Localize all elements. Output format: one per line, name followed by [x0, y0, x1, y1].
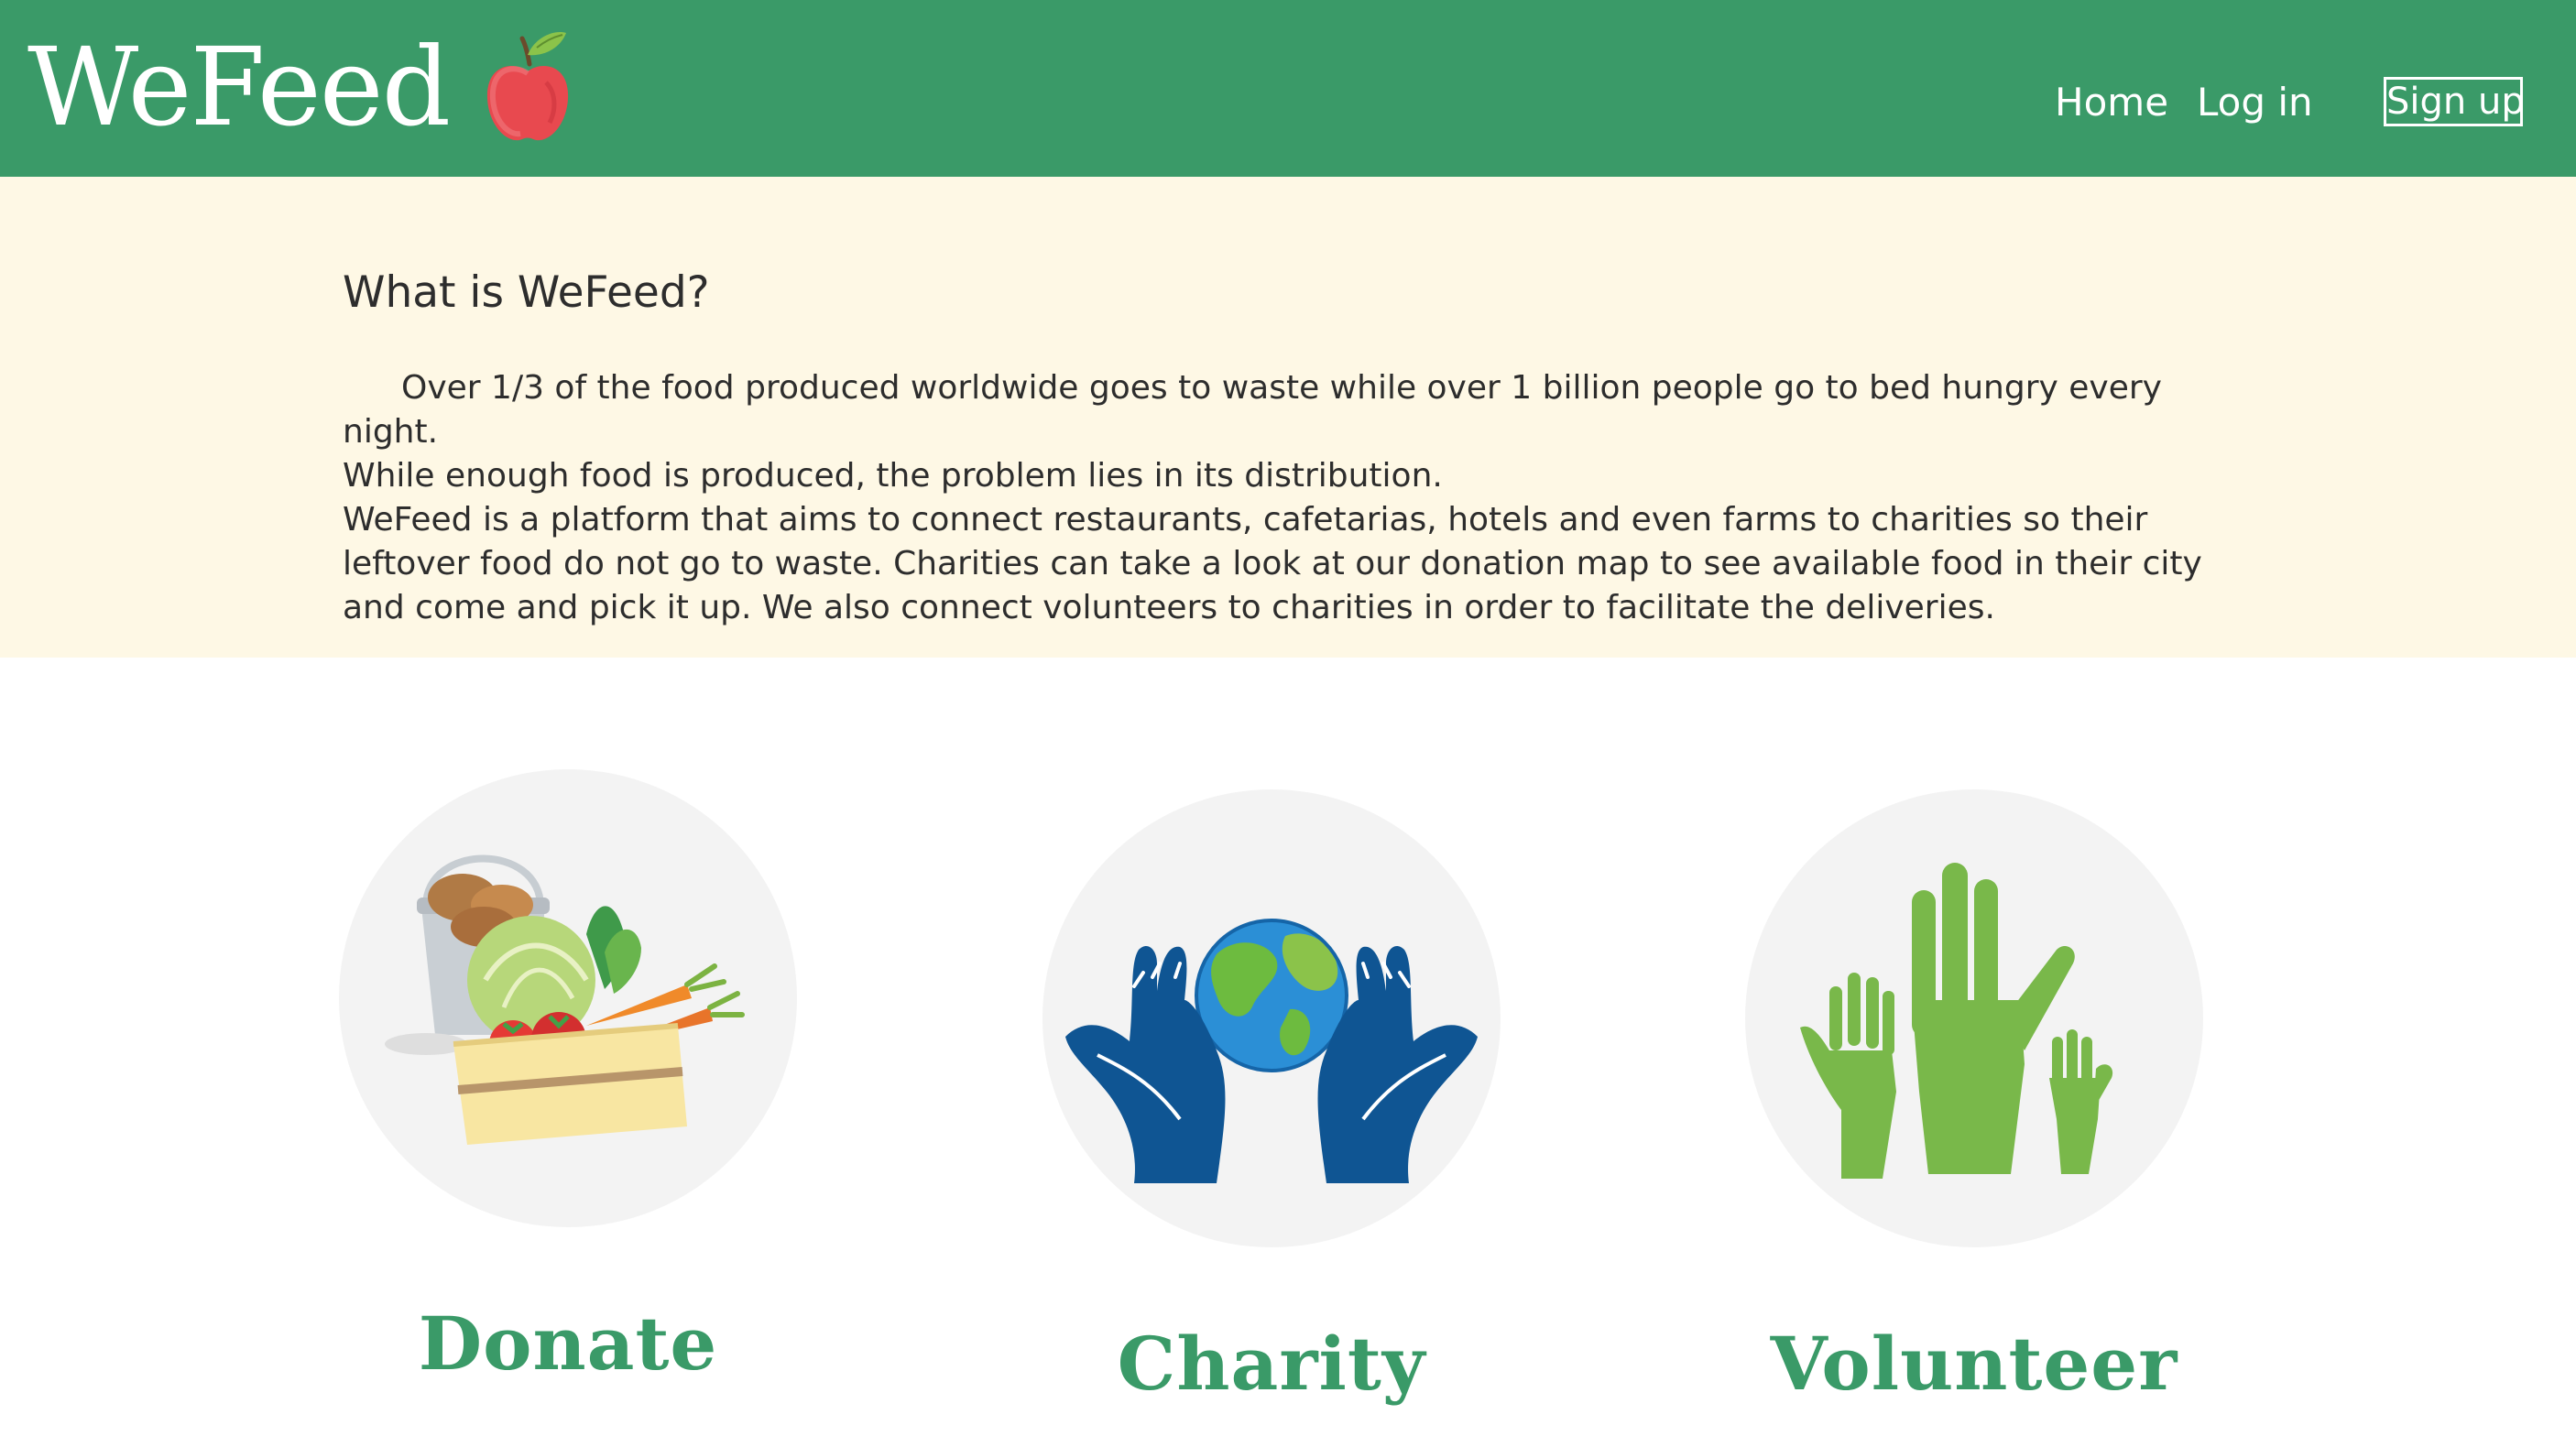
brand-name[interactable]: WeFeed — [27, 33, 451, 141]
about-paragraph: While enough food is produced, the probl… — [343, 457, 1443, 495]
about-text: Over 1/3 of the food produced worldwide … — [343, 366, 2230, 630]
raised-hands-icon — [1800, 863, 2113, 1179]
charity-label[interactable]: Charity — [1042, 1321, 1501, 1407]
about-paragraph: Over 1/3 of the food produced worldwide … — [343, 369, 2162, 451]
volunteer-card[interactable]: Volunteer — [1745, 769, 2203, 1429]
nav-signup-button[interactable]: Sign up — [2384, 77, 2525, 126]
about-title: What is WeFeed? — [343, 267, 710, 318]
donate-card[interactable]: Donate — [339, 769, 797, 1429]
about-paragraph: WeFeed is a platform that aims to connec… — [343, 501, 2202, 626]
apple-icon — [487, 32, 569, 141]
hands-globe-icon — [1065, 919, 1478, 1183]
signup-label: Sign up — [2386, 81, 2525, 123]
food-basket-icon — [385, 854, 745, 1145]
donate-label[interactable]: Donate — [339, 1300, 797, 1387]
nav-login-link[interactable]: Log in — [2197, 75, 2313, 130]
top-navbar: WeFeed Home Log in Sign up — [0, 0, 2576, 177]
nav-home-link[interactable]: Home — [2055, 75, 2168, 130]
brand-logo[interactable]: WeFeed — [27, 27, 573, 147]
volunteer-label[interactable]: Volunteer — [1745, 1321, 2203, 1407]
charity-card[interactable]: Charity — [1042, 769, 1501, 1429]
